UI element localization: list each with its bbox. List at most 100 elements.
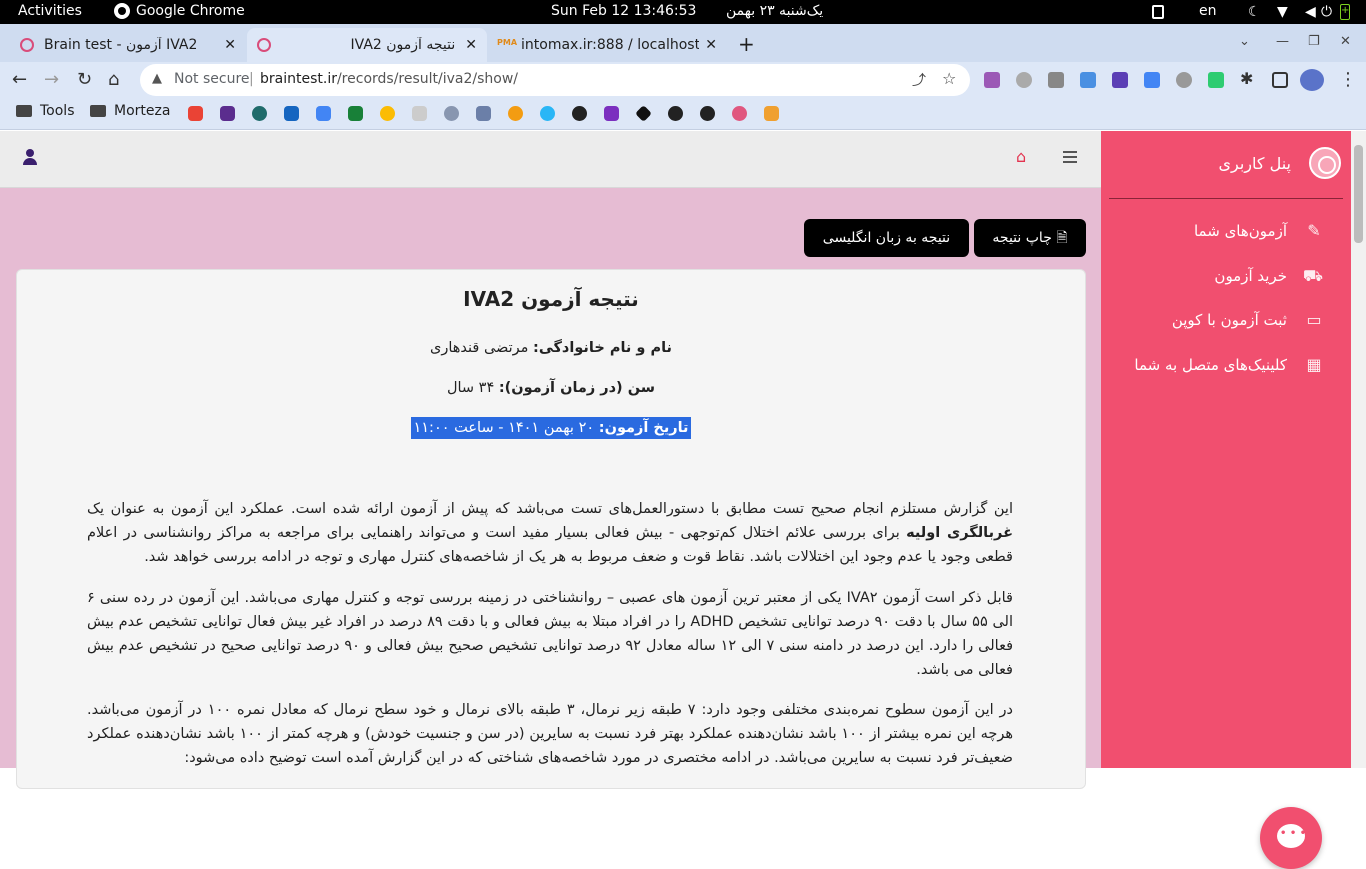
sidebar-item-clinics[interactable]: ▦ کلینیک‌های متصل به شما: [1134, 355, 1323, 375]
keyboard-language[interactable]: en: [1199, 3, 1217, 19]
sidebar-item-coupon[interactable]: ▭ ثبت آزمون با کوپن: [1171, 311, 1323, 330]
bookmark-icon[interactable]: [316, 106, 331, 121]
bookmark-icon[interactable]: [444, 106, 459, 121]
app-menu[interactable]: Google Chrome: [114, 3, 245, 19]
menu-toggle-icon[interactable]: [1063, 151, 1077, 163]
page-content: ⌂ پنل کاربری ✎ آزمون‌های شما ⛟ خرید آزمون …: [0, 131, 1351, 869]
restore-icon[interactable]: ❐: [1308, 34, 1320, 49]
system-top-bar: Activities Google Chrome Sun Feb 12 13:4…: [0, 0, 1366, 24]
clock[interactable]: Sun Feb 12 13:46:53: [551, 3, 696, 19]
scrollbar-thumb[interactable]: [1354, 145, 1363, 243]
extension-google-translate-icon[interactable]: [1144, 72, 1160, 88]
pdf-icon: 🗎: [1056, 230, 1068, 246]
p1-text-b: برای بررسی علائم اختلال کم‌توجهی - بیش ف…: [87, 525, 1013, 565]
close-tab-icon[interactable]: ✕: [705, 37, 717, 53]
volume-icon[interactable]: ◀: [1305, 4, 1316, 20]
home-link-icon[interactable]: ⌂: [1016, 147, 1026, 166]
chrome-menu-icon[interactable]: ⋮: [1339, 69, 1357, 90]
close-tab-icon[interactable]: ✕: [465, 37, 477, 53]
sidebar-brand[interactable]: پنل کاربری: [1218, 147, 1341, 179]
bookmark-icon[interactable]: [284, 106, 299, 121]
name-value: مرتضی قندهاری: [430, 340, 529, 356]
back-icon[interactable]: ←: [12, 69, 27, 90]
bootstrap-bookmark-icon[interactable]: [604, 106, 619, 121]
print-label: چاپ نتیجه: [992, 230, 1052, 246]
date-value: ۲۰ بهمن ۱۴۰۱ - ساعت ۱۱:۰۰: [413, 420, 595, 436]
close-tab-icon[interactable]: ✕: [224, 37, 236, 53]
new-tab-icon[interactable]: +: [738, 32, 755, 56]
brand-title: پنل کاربری: [1218, 153, 1291, 173]
bookmark-star-icon[interactable]: ☆: [942, 69, 956, 88]
date-label: تاریخ آزمون:: [598, 420, 689, 436]
tab-phpmyadmin[interactable]: PMA intomax.ir:888 / localhost ✕: [487, 28, 727, 62]
side-panel-icon[interactable]: [1272, 72, 1288, 88]
activities-button[interactable]: Activities: [18, 3, 82, 19]
brain-favicon-icon: [257, 38, 271, 52]
phpmyadmin-bookmark-icon[interactable]: [764, 106, 779, 121]
bookmark-icon[interactable]: [700, 106, 715, 121]
extensions-puzzle-icon[interactable]: ✱: [1240, 69, 1253, 88]
security-label[interactable]: Not secure: [174, 71, 250, 87]
chrome-bookmark-icon[interactable]: [380, 106, 395, 121]
bookmark-icon[interactable]: [635, 105, 652, 122]
extension-counter-icon[interactable]: [1112, 72, 1128, 88]
bookmark-folder-morteza[interactable]: Morteza: [90, 103, 170, 119]
english-result-button[interactable]: نتیجه به زبان انگلیسی: [804, 219, 969, 257]
name-label: نام و نام خانوادگی:: [533, 340, 672, 356]
clipboard-icon[interactable]: [1152, 5, 1164, 19]
separator: |: [249, 71, 254, 87]
tab-strip: Brain test - آزمون IVA2 ✕ نتیجه آزمون IV…: [0, 24, 1366, 62]
extension-translate-icon[interactable]: [1080, 72, 1096, 88]
page-scrollbar[interactable]: [1351, 131, 1366, 768]
age-row: سن (در زمان آزمون): ۳۴ سال: [17, 380, 1085, 396]
url-path: /records/result/iva2/show/: [336, 71, 519, 87]
age-label: سن (در زمان آزمون):: [498, 380, 656, 396]
profile-avatar[interactable]: [1300, 69, 1324, 91]
power-icon[interactable]: ⏻: [1321, 4, 1332, 20]
print-result-button[interactable]: 🗎 چاپ نتیجه: [974, 219, 1086, 257]
bookmark-icon[interactable]: [508, 106, 523, 121]
night-light-icon: ☾: [1248, 4, 1261, 20]
sidebar-item-label: ثبت آزمون با کوپن: [1171, 311, 1287, 329]
mail-bookmark-icon[interactable]: [220, 106, 235, 121]
github-bookmark-icon[interactable]: [572, 106, 587, 121]
building-icon: ▦: [1306, 355, 1322, 374]
bookmark-icon[interactable]: [476, 106, 491, 121]
share-icon[interactable]: ⤴: [912, 70, 926, 90]
forward-icon[interactable]: →: [44, 69, 59, 90]
close-window-icon[interactable]: ✕: [1340, 34, 1351, 49]
reload-icon[interactable]: ↻: [77, 69, 92, 90]
tab-title: نتیجه آزمون IVA2: [350, 37, 456, 53]
wifi-icon[interactable]: ▼: [1277, 4, 1288, 20]
gmail-bookmark-icon[interactable]: [188, 106, 203, 121]
chrome-icon: [114, 3, 130, 19]
bookmark-icon[interactable]: [412, 106, 427, 121]
bookmark-folder-tools[interactable]: Tools: [16, 103, 75, 119]
chat-widget-button[interactable]: [1260, 807, 1322, 869]
url-text[interactable]: braintest.ir/records/result/iva2/show/: [260, 71, 518, 87]
bookmark-icon[interactable]: [540, 106, 555, 121]
address-bar[interactable]: ▲ Not secure | braintest.ir/records/resu…: [140, 64, 970, 96]
divider: [1109, 198, 1343, 199]
extension-grid-icon[interactable]: [1208, 72, 1224, 88]
tab-iva2-result[interactable]: نتیجه آزمون IVA2 ✕: [247, 28, 487, 62]
brain-bookmark-icon[interactable]: [732, 106, 747, 121]
bookmark-icon[interactable]: [252, 106, 267, 121]
age-value: ۳۴ سال: [446, 380, 495, 396]
home-icon[interactable]: ⌂: [108, 69, 119, 90]
bookmark-icon[interactable]: [348, 106, 363, 121]
sidebar-item-my-tests[interactable]: ✎ آزمون‌های شما: [1194, 222, 1323, 241]
extension-cloud-icon[interactable]: [1176, 72, 1192, 88]
bookmark-icon[interactable]: [668, 106, 683, 121]
tab-brain-test[interactable]: Brain test - آزمون IVA2 ✕: [10, 28, 246, 62]
name-row: نام و نام خانوادگی: مرتضی قندهاری: [17, 340, 1085, 356]
minimize-icon[interactable]: —: [1276, 34, 1289, 49]
p1-text-a: این گزارش مستلزم انجام صحیح تست مطابق با…: [87, 501, 1013, 517]
extension-camera-icon[interactable]: [1048, 72, 1064, 88]
extension-recycle-icon[interactable]: [1016, 72, 1032, 88]
user-icon[interactable]: [22, 149, 38, 165]
tab-search-icon[interactable]: ⌄: [1239, 34, 1250, 49]
extension-heart-icon[interactable]: [984, 72, 1000, 88]
warning-icon[interactable]: ▲: [152, 71, 162, 86]
sidebar-item-buy-test[interactable]: ⛟ خرید آزمون: [1214, 267, 1323, 286]
